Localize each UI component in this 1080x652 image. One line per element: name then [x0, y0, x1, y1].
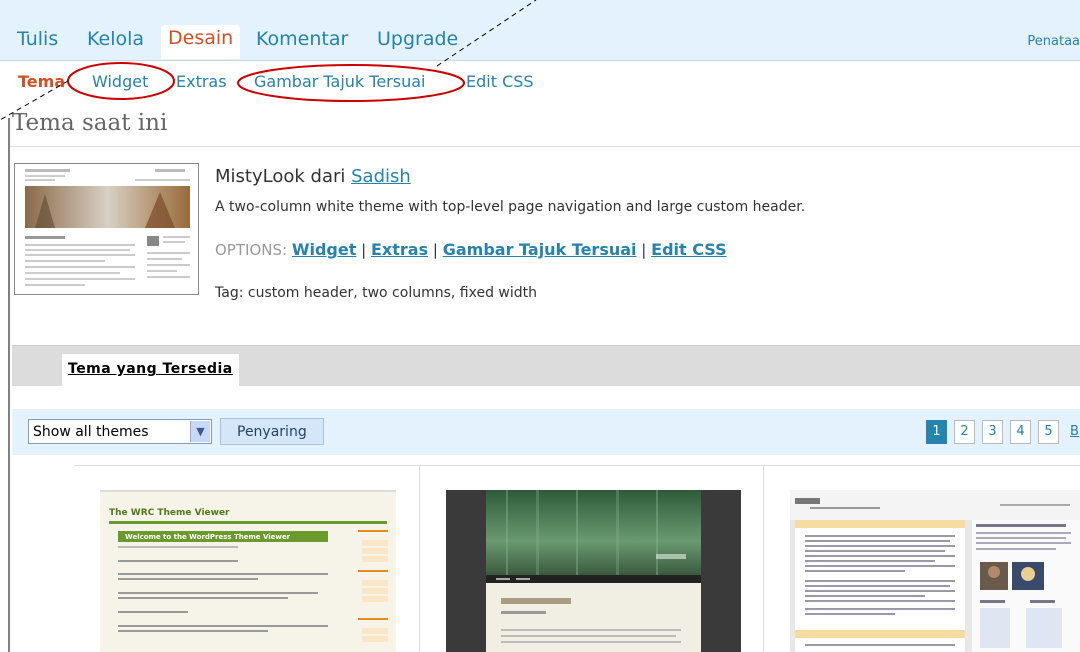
theme-screenshot-elegant-grunge[interactable] [446, 490, 741, 652]
theme-grid-divider [74, 465, 1080, 466]
option-gambar-tajuk-link[interactable]: Gambar Tajuk Tersuai [443, 240, 637, 259]
filter-button[interactable]: Penyaring [220, 418, 324, 445]
page-4-link[interactable]: 4 [1010, 420, 1031, 444]
theme-preview-graphic: The WRC Theme Viewer Welcome to the Word… [100, 490, 396, 652]
nav-desain[interactable]: Desain [161, 25, 241, 59]
theme-preview-graphic [446, 490, 741, 652]
chevron-down-icon[interactable]: ▼ [190, 421, 210, 442]
page-3-link[interactable]: 3 [982, 420, 1003, 444]
page-5-link[interactable]: 5 [1038, 420, 1059, 444]
tab-available-themes[interactable]: Tema yang Tersedia [62, 354, 239, 386]
theme-screenshot-blog-thing[interactable] [790, 490, 1080, 652]
theme-grid-divider [763, 466, 764, 652]
theme-title: The WRC Theme Viewer [109, 508, 230, 518]
nav-penataan[interactable]: Penataa [1027, 34, 1080, 49]
options-separator: | [361, 241, 367, 259]
page-1-link[interactable]: 1 [926, 420, 947, 444]
theme-options: OPTIONS: Widget | Extras | Gambar Tajuk … [215, 240, 727, 259]
theme-tags: Tag: custom header, two columns, fixed w… [215, 285, 537, 301]
divider [10, 146, 1080, 147]
theme-preview-graphic [790, 490, 1080, 652]
theme-filter-select[interactable]: Show all themes ▼ [28, 419, 212, 444]
subnav-tema[interactable]: Tema [18, 72, 65, 91]
options-separator: | [641, 241, 647, 259]
options-label: OPTIONS: [215, 241, 288, 259]
option-extras-link[interactable]: Extras [371, 240, 428, 259]
select-value: Show all themes [33, 424, 149, 440]
page-2-link[interactable]: 2 [954, 420, 975, 444]
top-navigation: Tulis Kelola Desain Komentar Upgrade Pen… [0, 0, 1080, 61]
nav-upgrade[interactable]: Upgrade [377, 28, 458, 50]
subnav-edit-css[interactable]: Edit CSS [466, 72, 534, 91]
filter-bar: Show all themes ▼ Penyaring 1 2 3 4 5 B [12, 409, 1080, 455]
nav-kelola[interactable]: Kelola [87, 28, 144, 50]
tab-bar: Tema yang Tersedia [12, 345, 1080, 386]
theme-by: dari [310, 166, 346, 187]
theme-screenshot-wrc[interactable]: The WRC Theme Viewer Welcome to the Word… [100, 490, 396, 652]
theme-description: A two-column white theme with top-level … [215, 199, 806, 215]
current-theme-thumbnail[interactable] [14, 163, 199, 295]
theme-author-link[interactable]: Sadish [351, 166, 411, 187]
theme-grid-divider [419, 466, 420, 652]
option-edit-css-link[interactable]: Edit CSS [651, 240, 726, 259]
options-separator: | [432, 241, 438, 259]
subnav-gambar-tajuk[interactable]: Gambar Tajuk Tersuai [254, 72, 425, 91]
theme-name: MistyLook [215, 166, 305, 187]
current-theme-title: MistyLook dari Sadish [215, 166, 411, 187]
post-title: Welcome to the WordPress Theme Viewer [125, 533, 291, 541]
page-title: Tema saat ini [12, 110, 168, 136]
theme-preview-graphic [15, 164, 198, 294]
next-page-link[interactable]: B [1070, 420, 1079, 444]
nav-tulis[interactable]: Tulis [17, 28, 58, 50]
option-widget-link[interactable]: Widget [292, 240, 357, 259]
subnav-extras[interactable]: Extras [176, 72, 227, 91]
subnav-widget[interactable]: Widget [92, 72, 148, 91]
nav-komentar[interactable]: Komentar [256, 28, 348, 50]
